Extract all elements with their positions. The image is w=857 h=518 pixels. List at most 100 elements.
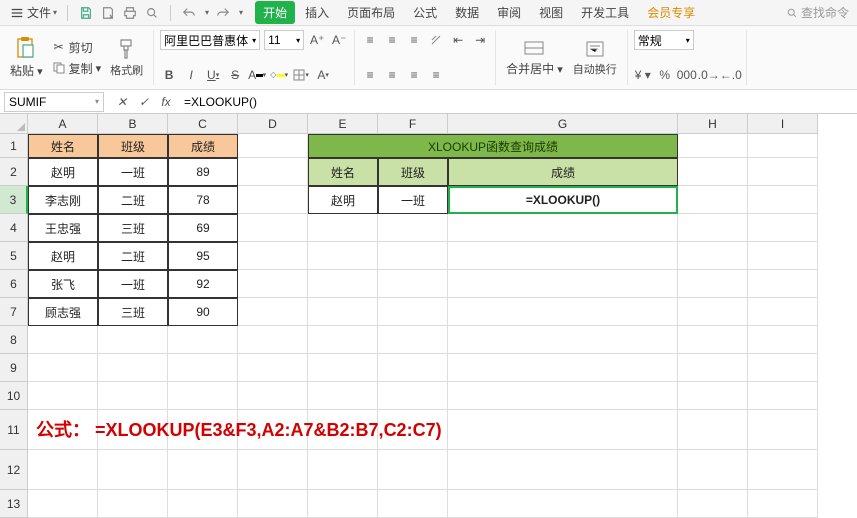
undo-icon[interactable] — [181, 5, 197, 21]
name-box[interactable]: SUMIF ▾ — [4, 92, 104, 112]
cell-H9[interactable] — [678, 354, 748, 382]
cell-A12[interactable] — [28, 450, 98, 490]
cell-B6[interactable]: 一班 — [98, 270, 168, 298]
cell-A2[interactable]: 赵明 — [28, 158, 98, 186]
border-button[interactable]: ▾ — [292, 66, 310, 84]
cell-G13[interactable] — [448, 490, 678, 518]
cell-I8[interactable] — [748, 326, 818, 354]
tab-developer[interactable]: 开发工具 — [573, 1, 637, 24]
number-format-select[interactable]: 常规 ▾ — [634, 30, 694, 50]
cell-H11[interactable] — [678, 410, 748, 450]
cell-C9[interactable] — [168, 354, 238, 382]
comma-icon[interactable]: 000 — [678, 66, 696, 84]
col-header-A[interactable]: A — [28, 114, 98, 134]
tab-review[interactable]: 审阅 — [489, 1, 529, 24]
cell-H6[interactable] — [678, 270, 748, 298]
cell-D3[interactable] — [238, 186, 308, 214]
tab-formula[interactable]: 公式 — [405, 1, 445, 24]
cell-E8[interactable] — [308, 326, 378, 354]
cell-G4[interactable] — [448, 214, 678, 242]
currency-icon[interactable]: ¥ ▾ — [634, 66, 652, 84]
cell-B10[interactable] — [98, 382, 168, 410]
orientation-icon[interactable] — [427, 31, 445, 49]
cell-C10[interactable] — [168, 382, 238, 410]
col-header-I[interactable]: I — [748, 114, 818, 134]
strike-button[interactable]: S — [226, 66, 244, 84]
cell-I4[interactable] — [748, 214, 818, 242]
indent-increase-icon[interactable]: ⇥ — [471, 31, 489, 49]
print-icon[interactable] — [122, 5, 138, 21]
cell-B3[interactable]: 二班 — [98, 186, 168, 214]
row-header-4[interactable]: 4 — [0, 214, 28, 242]
cell-B5[interactable]: 二班 — [98, 242, 168, 270]
col-header-B[interactable]: B — [98, 114, 168, 134]
cell-I10[interactable] — [748, 382, 818, 410]
align-center-icon[interactable]: ≡ — [383, 66, 401, 84]
save-icon[interactable] — [78, 5, 94, 21]
font-effects-button[interactable]: A ▾ — [314, 66, 332, 84]
formula-accept-button[interactable]: ✓ — [136, 94, 152, 110]
cell-C13[interactable] — [168, 490, 238, 518]
cell-E3[interactable]: 赵明 — [308, 186, 378, 214]
font-color-button[interactable]: A ▾ — [248, 66, 266, 84]
cell-B4[interactable]: 三班 — [98, 214, 168, 242]
cell-F13[interactable] — [378, 490, 448, 518]
wrap-text-button[interactable]: 自动换行 — [569, 31, 621, 85]
print-preview-icon[interactable] — [144, 5, 160, 21]
cell-A5[interactable]: 赵明 — [28, 242, 98, 270]
cell-D8[interactable] — [238, 326, 308, 354]
cell-G5[interactable] — [448, 242, 678, 270]
align-middle-icon[interactable]: ≡ — [383, 31, 401, 49]
cell-D10[interactable] — [238, 382, 308, 410]
cell-E1[interactable]: XLOOKUP函数查询成绩 — [308, 134, 678, 158]
tab-member[interactable]: 会员专享 — [639, 1, 703, 24]
cell-H3[interactable] — [678, 186, 748, 214]
tab-data[interactable]: 数据 — [447, 1, 487, 24]
row-header-8[interactable]: 8 — [0, 326, 28, 354]
cell-H12[interactable] — [678, 450, 748, 490]
fx-button[interactable]: fx — [158, 94, 174, 110]
cell-B2[interactable]: 一班 — [98, 158, 168, 186]
cell-E9[interactable] — [308, 354, 378, 382]
cell-I12[interactable] — [748, 450, 818, 490]
col-header-H[interactable]: H — [678, 114, 748, 134]
cell-I1[interactable] — [748, 134, 818, 158]
cell-B7[interactable]: 三班 — [98, 298, 168, 326]
cell-D9[interactable] — [238, 354, 308, 382]
col-header-G[interactable]: G — [448, 114, 678, 134]
align-left-icon[interactable]: ≡ — [361, 66, 379, 84]
cell-C2[interactable]: 89 — [168, 158, 238, 186]
cell-C1[interactable]: 成绩 — [168, 134, 238, 158]
cell-E7[interactable] — [308, 298, 378, 326]
fill-color-button[interactable]: ▾ — [270, 66, 288, 84]
row-header-10[interactable]: 10 — [0, 382, 28, 410]
cell-G11[interactable] — [448, 410, 678, 450]
cell-A3[interactable]: 李志刚 — [28, 186, 98, 214]
cell-F3[interactable]: 一班 — [378, 186, 448, 214]
cell-C8[interactable] — [168, 326, 238, 354]
formula-input[interactable] — [180, 92, 857, 112]
cell-I6[interactable] — [748, 270, 818, 298]
merge-center-button[interactable]: 合并居中 ▾ — [502, 31, 567, 85]
cell-H5[interactable] — [678, 242, 748, 270]
font-size-select[interactable]: 11 ▾ — [264, 30, 304, 50]
decrease-font-icon[interactable]: A⁻ — [330, 31, 348, 49]
cell-A8[interactable] — [28, 326, 98, 354]
cell-F6[interactable] — [378, 270, 448, 298]
cell-A9[interactable] — [28, 354, 98, 382]
increase-font-icon[interactable]: A⁺ — [308, 31, 326, 49]
redo-icon[interactable] — [215, 5, 231, 21]
cell-C6[interactable]: 92 — [168, 270, 238, 298]
cell-A4[interactable]: 王忠强 — [28, 214, 98, 242]
cell-E12[interactable] — [308, 450, 378, 490]
cell-F9[interactable] — [378, 354, 448, 382]
row-header-11[interactable]: 11 — [0, 410, 28, 450]
row-header-3[interactable]: 3 — [0, 186, 28, 214]
cell-B12[interactable] — [98, 450, 168, 490]
cell-B9[interactable] — [98, 354, 168, 382]
cell-H1[interactable] — [678, 134, 748, 158]
decrease-decimal-icon[interactable]: ←.0 — [722, 66, 740, 84]
paste-button[interactable]: 粘贴 ▾ — [6, 31, 47, 85]
bold-button[interactable]: B — [160, 66, 178, 84]
col-header-F[interactable]: F — [378, 114, 448, 134]
